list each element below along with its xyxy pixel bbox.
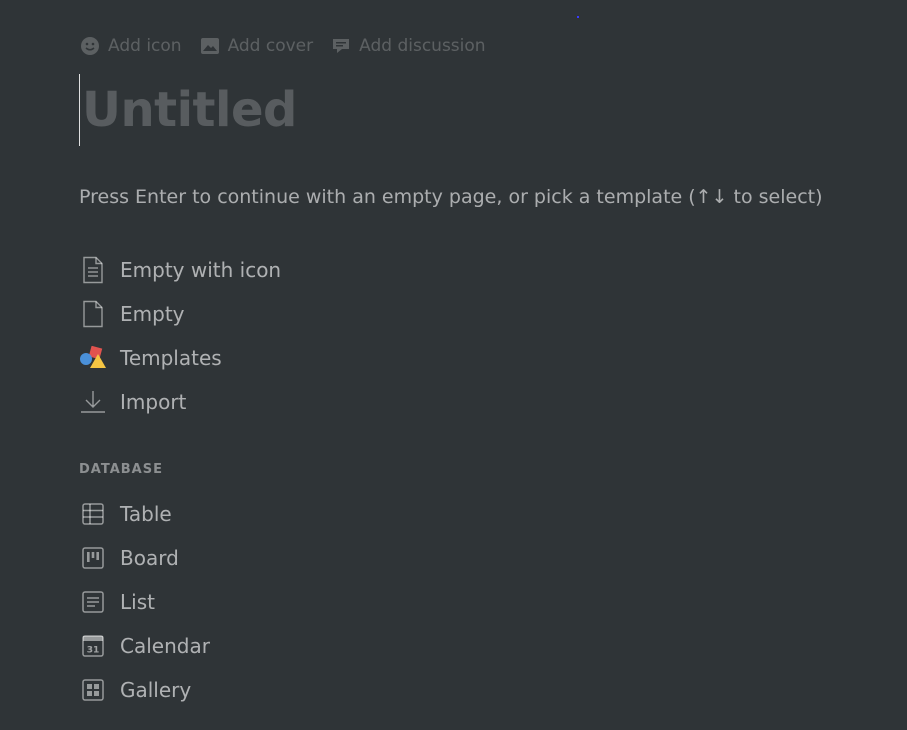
smiley-icon [80, 36, 100, 56]
gallery-icon [79, 676, 107, 704]
option-import[interactable]: Import [79, 380, 479, 424]
page-title-placeholder: Untitled [82, 82, 297, 138]
table-icon [79, 500, 107, 528]
add-discussion-label: Add discussion [359, 36, 486, 56]
text-cursor [79, 74, 80, 146]
option-empty-with-icon[interactable]: Empty with icon [79, 248, 479, 292]
database-section-heading: DATABASE [79, 462, 163, 477]
calendar-icon: 31 [79, 632, 107, 660]
image-icon [200, 36, 220, 56]
option-empty[interactable]: Empty [79, 292, 479, 336]
comment-icon [331, 36, 351, 56]
option-table[interactable]: Table [79, 492, 479, 536]
option-label: Empty with icon [120, 258, 282, 282]
page-with-lines-icon [79, 256, 107, 284]
option-label: Empty [120, 302, 185, 326]
option-label: Gallery [120, 678, 192, 702]
add-discussion-button[interactable]: Add discussion [331, 36, 486, 56]
option-label: Board [120, 546, 179, 570]
calendar-day-number: 31 [87, 646, 100, 656]
option-label: List [120, 590, 155, 614]
option-list[interactable]: List [79, 580, 479, 624]
template-list: Empty with icon Empty Templates Import [79, 248, 479, 424]
option-calendar[interactable]: 31 Calendar [79, 624, 479, 668]
template-hint: Press Enter to continue with an empty pa… [79, 186, 823, 208]
option-label: Table [120, 502, 172, 526]
database-list: Table Board List 31 Calendar Gallery [79, 492, 479, 712]
stray-pixel [577, 16, 579, 18]
shapes-icon [79, 344, 107, 372]
option-label: Import [120, 390, 187, 414]
add-cover-button[interactable]: Add cover [200, 36, 314, 56]
new-page-editor: Add icon Add cover Add discussion Untitl… [0, 0, 907, 730]
title-field[interactable]: Untitled [79, 74, 297, 146]
list-icon [79, 588, 107, 616]
page-controls: Add icon Add cover Add discussion [80, 36, 486, 56]
board-icon [79, 544, 107, 572]
option-templates[interactable]: Templates [79, 336, 479, 380]
option-label: Templates [120, 346, 222, 370]
add-icon-label: Add icon [108, 36, 182, 56]
blank-page-icon [79, 300, 107, 328]
add-icon-button[interactable]: Add icon [80, 36, 182, 56]
option-gallery[interactable]: Gallery [79, 668, 479, 712]
add-cover-label: Add cover [227, 36, 314, 56]
option-board[interactable]: Board [79, 536, 479, 580]
download-icon [79, 388, 107, 416]
option-label: Calendar [120, 634, 210, 658]
